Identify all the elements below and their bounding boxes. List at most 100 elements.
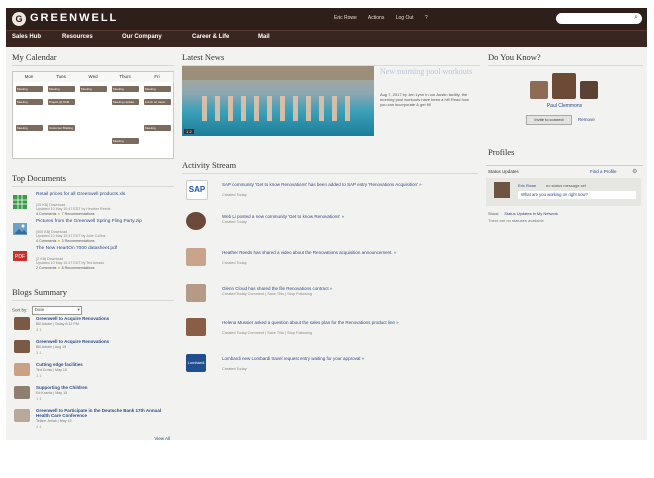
sap-logo-icon: SAP: [186, 180, 208, 200]
comments-count[interactable]: 4 Comments: [36, 212, 56, 216]
blog-stats: 3 1: [36, 350, 42, 355]
nav-career-life[interactable]: Career & Life: [192, 34, 229, 40]
avatar: [14, 386, 30, 399]
actions-link[interactable]: Actions: [368, 15, 384, 21]
logo-icon[interactable]: G: [12, 12, 26, 26]
blog-item[interactable]: Greenwell to Acquire Renovations Bill Adr…: [12, 339, 174, 362]
calendar-event[interactable]: Meeting: [112, 138, 139, 144]
top-links: Eric Rowe Actions Log Out ?: [334, 15, 438, 21]
nav-our-company[interactable]: Our Company: [122, 34, 162, 40]
cal-day: Thurs: [109, 72, 142, 82]
nav-mail[interactable]: Mail: [258, 34, 270, 40]
user-link[interactable]: Eric Rowe: [334, 15, 357, 21]
document-title[interactable]: Retail prices for all Greenwell products…: [36, 192, 166, 197]
brand-name: GREENWELL: [30, 12, 119, 24]
blog-title[interactable]: Supporting the Children: [36, 385, 88, 390]
status-updates-tab[interactable]: Status Updates: [488, 169, 519, 174]
blog-meta: Bill Adrale | Today 8:12 PM: [36, 322, 79, 326]
blog-meta: Ted Cross | May 15: [36, 368, 67, 372]
know-title: Do You Know?: [488, 52, 643, 66]
blog-title[interactable]: Greenwell to Acquire Renovations: [36, 316, 109, 321]
image-file-icon: [13, 223, 27, 235]
right-column: Do You Know? Paul Clemmons Invite to con…: [486, 52, 643, 440]
avatar: [14, 340, 30, 353]
status-user[interactable]: Eric Rowe: [518, 183, 536, 188]
pdf-icon: PDF: [13, 251, 27, 261]
find-profile-link[interactable]: Find a Profile: [590, 169, 617, 174]
blog-item[interactable]: Greenwell to Participate in the Deutsche…: [12, 408, 174, 436]
recommendations-count[interactable]: 3 Recommendations: [62, 239, 95, 243]
document-item[interactable]: Retail prices for all Greenwell products…: [12, 192, 174, 219]
document-title[interactable]: Pictures from the Greenwell Spring Fling…: [36, 219, 166, 224]
recommendations-count[interactable]: 8 Recommendations: [62, 266, 95, 270]
avatar: [14, 317, 30, 330]
avatar: [14, 363, 30, 376]
calendar-event[interactable]: Meeting: [48, 86, 75, 92]
news-headline[interactable]: New morning pool workouts: [380, 68, 478, 76]
calendar-event[interactable]: Meeting: [16, 125, 43, 131]
cal-day: Tues: [45, 72, 78, 82]
blog-title[interactable]: Cutting edge facilities: [36, 362, 83, 367]
blog-title[interactable]: Greenwell to Acquire Renovations: [36, 339, 109, 344]
calendar-event[interactable]: Meeting: [16, 99, 43, 105]
blog-item[interactable]: Cutting edge facilities Ted Cross | May 1…: [12, 362, 174, 385]
calendar-event[interactable]: Meeting: [80, 86, 107, 92]
blog-title[interactable]: Greenwell to Participate in the Deutsche…: [36, 408, 166, 418]
search-input[interactable]: ⌕: [556, 13, 642, 24]
calendar-event[interactable]: Lunch w/ Janet: [144, 99, 171, 105]
gear-icon[interactable]: ⚙: [632, 168, 637, 175]
calendar-grid: Mon Tues Wed Thurs Fri Meeting Meeting Mee…: [12, 71, 174, 159]
calendar-event[interactable]: Customer Briefing: [48, 125, 75, 131]
document-item[interactable]: Pictures from the Greenwell Spring Fling…: [12, 219, 174, 246]
blog-list: Greenwell to Acquire Renovations Bill Adr…: [10, 316, 174, 436]
news-image[interactable]: 1 2: [182, 66, 374, 136]
blogs-title: Blogs Summary: [12, 287, 174, 301]
blog-stats: 3 1: [36, 327, 42, 332]
activity-text[interactable]: Web Li posted a new community 'Get to kn…: [222, 214, 427, 219]
comments-count[interactable]: 2 Comments: [36, 266, 56, 270]
svg-text:PDF: PDF: [15, 254, 25, 260]
calendar-event[interactable]: Meeting: [112, 86, 139, 92]
calendar-event[interactable]: Meeting: [144, 125, 171, 131]
document-item[interactable]: PDF The New HeartOn 7000 datasheet.pdf (…: [12, 246, 174, 273]
comments-count[interactable]: 4 Comments: [36, 239, 56, 243]
view-all-link[interactable]: View All: [10, 436, 170, 441]
cal-day: Fri: [141, 72, 174, 82]
activity-title: Activity Stream: [182, 160, 478, 174]
logout-link[interactable]: Log Out: [396, 15, 414, 21]
avatar[interactable]: [552, 73, 576, 99]
calendar-event[interactable]: Project @ 9AM: [48, 99, 75, 105]
activity-meta: Created Today: [222, 261, 247, 265]
activity-text[interactable]: Glenn Cloud has shared the file Renovati…: [222, 286, 427, 291]
activity-meta: Created Today: [222, 367, 247, 371]
blog-item[interactable]: Greenwell to Acquire Renovations Bill Adr…: [12, 316, 174, 339]
calendar-event[interactable]: Meeting Update: [112, 99, 139, 105]
document-title[interactable]: The New HeartOn 7000 datasheet.pdf: [36, 246, 166, 251]
top-bar: G GREENWELL Eric Rowe Actions Log Out ? …: [6, 8, 647, 30]
top-documents-title: Top Documents: [12, 173, 174, 187]
activity-text[interactable]: Helena Mussier asked a question about th…: [222, 320, 427, 325]
activity-text[interactable]: Lombardi new Lombardi travel request ent…: [222, 356, 427, 361]
blog-item[interactable]: Supporting the Children Ed Kravitz | May …: [12, 385, 174, 408]
calendar-title: My Calendar: [12, 52, 174, 66]
calendar-event[interactable]: Meeting: [16, 86, 43, 92]
help-icon[interactable]: ?: [425, 15, 428, 21]
remove-link[interactable]: Remove: [578, 117, 595, 122]
invite-button[interactable]: Invite to connect: [526, 115, 572, 125]
nav-sales-hub[interactable]: Sales Hub: [12, 34, 41, 40]
profiles-title: Profiles: [488, 147, 515, 157]
search-icon[interactable]: ⌕: [634, 14, 638, 22]
show-filter[interactable]: Status Updates in My Network: [504, 211, 558, 216]
blog-meta: Bill Adrale | Aug 15: [36, 345, 67, 349]
avatar: [186, 248, 206, 266]
know-person-name[interactable]: Paul Clemmons: [486, 103, 643, 109]
activity-text[interactable]: Heather Reeds has shared a video about t…: [222, 250, 427, 255]
document-updated: Updated 10 May 15 47 EDT by Heather Reed…: [36, 207, 111, 211]
nav-resources[interactable]: Resources: [62, 34, 93, 40]
sort-select[interactable]: Date ▾: [31, 306, 82, 315]
news-pager[interactable]: 1 2: [184, 129, 194, 134]
status-input[interactable]: What are you working on right now?: [518, 191, 636, 199]
calendar-event[interactable]: Meeting: [144, 86, 171, 92]
activity-text[interactable]: SAP community 'Get to know Renovations' …: [222, 182, 427, 187]
recommendations-count[interactable]: 7 Recommendations: [62, 212, 95, 216]
